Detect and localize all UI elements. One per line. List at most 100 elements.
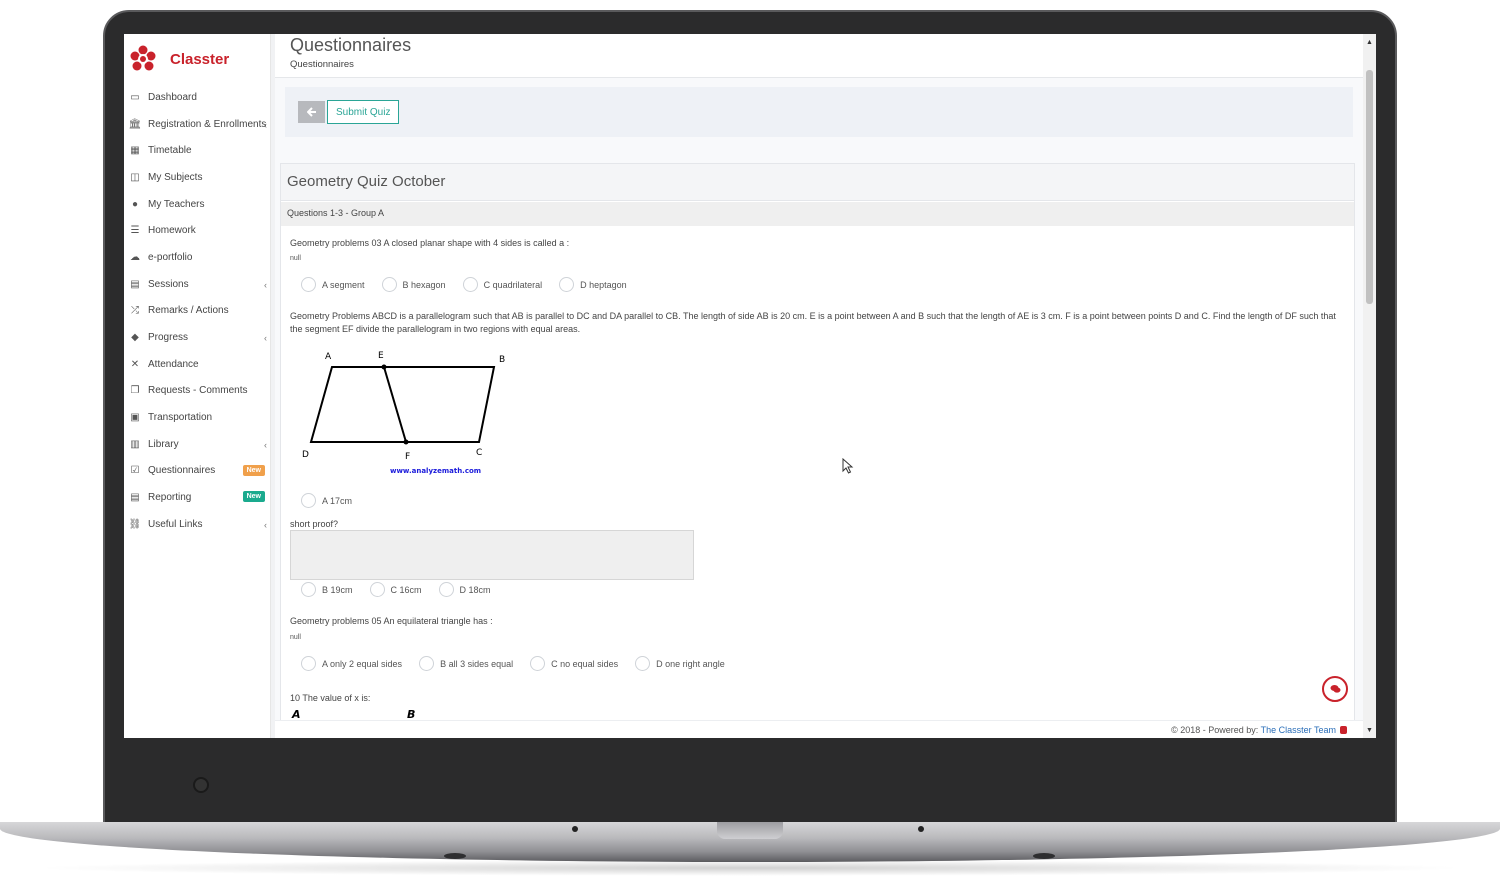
- page-title: Questionnaires: [290, 35, 412, 55]
- sidebar: Classter ▭ Dashboard 🏛 Registration & Enrol…: [124, 34, 271, 738]
- radio-button[interactable]: [369, 582, 385, 597]
- answer-option-label: B 19cm: [322, 584, 353, 595]
- figure-label-d: D: [302, 450, 309, 460]
- answer-option[interactable]: D one right angle: [635, 656, 725, 671]
- answer-option[interactable]: C quadrilateral: [462, 277, 542, 292]
- cloud-icon: ☁: [130, 251, 140, 263]
- sidebar-item-label: Useful Links: [148, 518, 203, 530]
- answer-option[interactable]: D heptagon: [559, 277, 627, 292]
- answer-option[interactable]: B 19cm: [301, 582, 353, 597]
- sidebar-item-my-subjects[interactable]: ◫ My Subjects: [124, 164, 271, 191]
- answer-option-label: C 16cm: [390, 584, 422, 595]
- sidebar-item-label: Remarks / Actions: [148, 305, 229, 317]
- sidebar-item-registration-enrollments[interactable]: 🏛 Registration & Enrollments ‹: [124, 111, 271, 138]
- sidebar-item-transportation[interactable]: ▣ Transportation: [124, 404, 271, 431]
- book-icon: ▥: [130, 438, 140, 450]
- submit-quiz-button[interactable]: Submit Quiz: [327, 100, 400, 124]
- scroll-up-arrow-icon[interactable]: ▲: [1366, 39, 1373, 46]
- radio-button[interactable]: [301, 656, 316, 671]
- sidebar-item-label: Transportation: [148, 412, 213, 424]
- sidebar-item-remarks-actions[interactable]: ⤮ Remarks / Actions: [124, 298, 271, 325]
- checkbox-icon: ☑: [130, 465, 140, 477]
- calendar-icon: ▦: [130, 145, 140, 157]
- radio-button[interactable]: [381, 277, 397, 292]
- figure-credit: www.analyzemath.com: [390, 467, 481, 475]
- arrow-left-icon: [306, 107, 316, 117]
- brand[interactable]: Classter: [130, 44, 229, 74]
- figure-label-a: A: [325, 352, 332, 362]
- chevron-left-icon[interactable]: ‹: [264, 333, 267, 343]
- scroll-thumb[interactable]: [1366, 70, 1373, 304]
- sidebar-item-label: Homework: [148, 225, 196, 237]
- footer-copyright: © 2018 - Powered by:: [1171, 725, 1261, 735]
- short-proof-input[interactable]: [290, 530, 694, 580]
- answer-option-label: D 18cm: [459, 584, 491, 595]
- sidebar-item-questionnaires[interactable]: ☑ Questionnaires New: [124, 458, 271, 485]
- quiz-title: Geometry Quiz October: [281, 164, 1354, 201]
- quiz-toolbar: Submit Quiz: [285, 87, 1353, 137]
- bank-icon: 🏛: [128, 118, 142, 130]
- answer-option[interactable]: D 18cm: [438, 582, 491, 597]
- columns-icon: ◫: [130, 171, 140, 183]
- sidebar-item-reporting[interactable]: ▤ Reporting New: [124, 484, 271, 511]
- sidebar-item-attendance[interactable]: ✕ Attendance: [124, 351, 271, 378]
- sidebar-item-dashboard[interactable]: ▭ Dashboard: [124, 84, 271, 111]
- breadcrumb[interactable]: Questionnaires: [290, 59, 354, 70]
- chat-button[interactable]: [1322, 676, 1348, 702]
- answer-option[interactable]: C 16cm: [369, 582, 422, 597]
- print-icon: ▤: [130, 492, 140, 504]
- list-icon: ☰: [130, 225, 140, 237]
- question-3-text: Geometry problems 05 An equilateral tria…: [290, 616, 493, 626]
- answer-option[interactable]: A only 2 equal sides: [301, 656, 402, 671]
- new-badge: New: [242, 464, 265, 476]
- answer-option[interactable]: B all 3 sides equal: [419, 656, 513, 671]
- chat-icon: [1330, 685, 1340, 693]
- sidebar-item-homework[interactable]: ☰ Homework: [124, 217, 271, 244]
- sidebar-item-label: Library: [148, 438, 179, 450]
- radio-button[interactable]: [301, 582, 316, 597]
- sidebar-item-library[interactable]: ▥ Library ‹: [124, 431, 271, 458]
- answer-option[interactable]: A 17cm: [301, 493, 352, 508]
- sidebar-item-e-portfolio[interactable]: ☁ e-portfolio: [124, 244, 271, 271]
- radio-button[interactable]: [419, 656, 435, 671]
- answer-option[interactable]: C no equal sides: [530, 656, 618, 671]
- question-1-text: Geometry problems 03 A closed planar sha…: [290, 238, 570, 248]
- footer-link[interactable]: The Classter Team: [1261, 725, 1336, 735]
- answer-option[interactable]: A segment: [301, 277, 365, 292]
- sidebar-item-label: Dashboard: [148, 91, 197, 103]
- radio-button[interactable]: [462, 277, 478, 292]
- chevron-left-icon[interactable]: ‹: [264, 280, 267, 290]
- answer-option-label: A only 2 equal sides: [322, 658, 403, 669]
- radio-button[interactable]: [530, 656, 546, 671]
- radio-button[interactable]: [301, 493, 316, 508]
- radio-button[interactable]: [438, 582, 454, 597]
- chevron-left-icon[interactable]: ‹: [264, 120, 267, 130]
- page-header: Questionnaires Questionnaires: [275, 34, 1363, 78]
- answer-option[interactable]: B hexagon: [381, 277, 446, 292]
- scroll-down-arrow-icon[interactable]: ▼: [1366, 727, 1373, 734]
- sidebar-item-requests-comments[interactable]: ❐ Requests - Comments: [124, 378, 271, 405]
- sidebar-item-label: Attendance: [148, 358, 199, 370]
- answer-option-label: B hexagon: [402, 279, 446, 290]
- radio-button[interactable]: [635, 656, 651, 671]
- radio-button[interactable]: [301, 277, 316, 292]
- sidebar-item-useful-links[interactable]: ⛓ Useful Links ‹: [124, 511, 271, 538]
- back-button[interactable]: [298, 101, 325, 123]
- sidebar-item-sessions[interactable]: ▤ Sessions ‹: [124, 271, 271, 298]
- graduation-cap-icon: ◆: [131, 332, 139, 344]
- sidebar-item-label: Questionnaires: [148, 465, 216, 477]
- question-2-options: B 19cm C 16cm D 18cm: [301, 582, 508, 597]
- sidebar-item-progress[interactable]: ◆ Progress ‹: [124, 324, 271, 351]
- sidebar-item-my-teachers[interactable]: ● My Teachers: [124, 191, 271, 218]
- chevron-left-icon[interactable]: ‹: [264, 520, 267, 530]
- laptop-foot: [1033, 853, 1055, 859]
- scrollbar[interactable]: ▲ ▼: [1363, 34, 1376, 738]
- radio-button[interactable]: [559, 277, 575, 292]
- hinge-dot: [572, 826, 578, 832]
- sidebar-item-timetable[interactable]: ▦ Timetable: [124, 137, 271, 164]
- sidebar-item-label: Registration & Enrollments: [148, 118, 267, 130]
- sidebar-item-label: Requests - Comments: [148, 385, 248, 397]
- table-icon: ▤: [130, 278, 140, 290]
- chevron-left-icon[interactable]: ‹: [264, 440, 267, 450]
- documents-icon: ❐: [130, 385, 140, 397]
